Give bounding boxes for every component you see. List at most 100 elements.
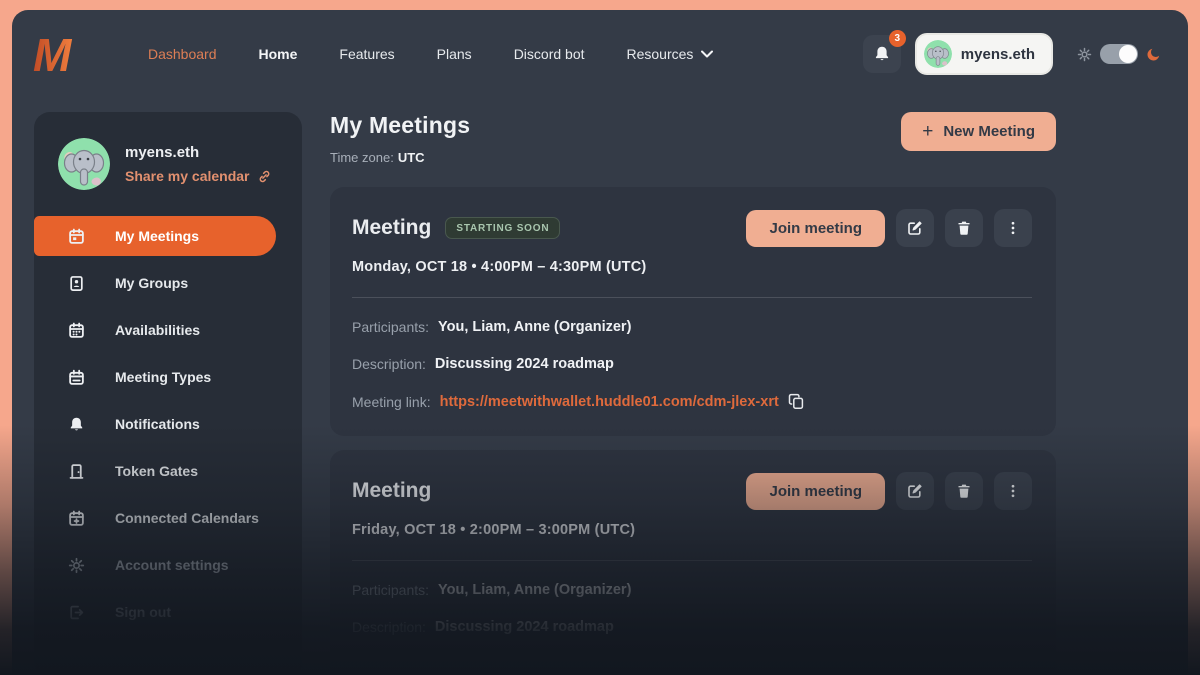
- divider: [352, 297, 1032, 298]
- moon-icon: [1146, 46, 1162, 62]
- copy-icon: [788, 393, 805, 410]
- notifications-button[interactable]: 3: [863, 35, 901, 73]
- share-calendar-label: Share my calendar: [125, 168, 250, 184]
- sidebar-item-account-settings[interactable]: Account settings: [34, 545, 302, 585]
- participants-label: Participants:: [352, 319, 429, 335]
- sidebar-item-availabilities[interactable]: Availabilities: [34, 310, 302, 350]
- trash-icon: [956, 220, 972, 236]
- wallet-name: myens.eth: [961, 46, 1035, 63]
- participants-value: You, Liam, Anne (Organizer): [438, 319, 631, 335]
- sidebar-item-sign-out[interactable]: Sign out: [34, 592, 302, 632]
- description-row: Description: Discussing 2024 roadmap: [352, 619, 1032, 635]
- toggle-knob: [1119, 45, 1137, 63]
- meeting-title: Meeting: [352, 479, 431, 503]
- description-value: Discussing 2024 roadmap: [435, 356, 614, 372]
- calendar-grid-icon: [68, 322, 85, 339]
- sidebar-item-label: Availabilities: [115, 322, 200, 338]
- delete-meeting-button[interactable]: [945, 209, 983, 247]
- nav-link-resources-label: Resources: [627, 46, 694, 62]
- chevron-down-icon: [701, 50, 713, 58]
- sign-out-icon: [68, 604, 85, 621]
- meeting-link-label: Meeting link:: [352, 394, 431, 410]
- top-navigation: M Dashboard Home Features Plans Discord …: [12, 10, 1188, 90]
- meeting-card: Meeting STARTING SOON Join meeting: [330, 187, 1056, 436]
- description-value: Discussing 2024 roadmap: [435, 619, 614, 635]
- timezone-value: UTC: [398, 150, 425, 165]
- participants-label: Participants:: [352, 582, 429, 598]
- nav-link-discord-bot[interactable]: Discord bot: [514, 46, 585, 62]
- nav-link-features[interactable]: Features: [339, 46, 394, 62]
- kebab-menu-icon: [1005, 220, 1021, 236]
- more-options-button[interactable]: [994, 209, 1032, 247]
- sidebar-item-label: Meeting Types: [115, 369, 211, 385]
- notification-count-badge: 3: [889, 30, 906, 47]
- sidebar-item-notifications[interactable]: Notifications: [34, 404, 302, 444]
- delete-meeting-button[interactable]: [945, 472, 983, 510]
- wallet-account-button[interactable]: myens.eth: [915, 33, 1053, 75]
- description-label: Description:: [352, 619, 426, 635]
- gear-icon: [68, 557, 85, 574]
- page-body: myens.eth Share my calendar: [12, 90, 1188, 675]
- edit-meeting-button[interactable]: [896, 209, 934, 247]
- profile-text: myens.eth Share my calendar: [125, 144, 272, 184]
- calendar-type-icon: [68, 369, 85, 386]
- sidebar-item-label: Account settings: [115, 557, 229, 573]
- status-badge: STARTING SOON: [445, 217, 560, 239]
- theme-controls: [1077, 44, 1162, 64]
- timezone-line: Time zone: UTC: [330, 150, 470, 165]
- meeting-datetime: Friday, OCT 18 • 2:00PM – 3:00PM (UTC): [352, 522, 1032, 538]
- new-meeting-button[interactable]: + New Meeting: [901, 112, 1056, 151]
- edit-icon: [907, 483, 923, 499]
- sidebar-item-label: Connected Calendars: [115, 510, 259, 526]
- new-meeting-label: New Meeting: [943, 123, 1035, 140]
- meeting-card: Meeting Join meeting: [330, 450, 1056, 675]
- sidebar-item-token-gates[interactable]: Token Gates: [34, 451, 302, 491]
- main-content: My Meetings Time zone:UTC + New Meeting …: [330, 112, 1056, 675]
- nav-link-resources[interactable]: Resources: [627, 46, 714, 62]
- more-options-button[interactable]: [994, 472, 1032, 510]
- participants-row: Participants: You, Liam, Anne (Organizer…: [352, 319, 1032, 335]
- gear-icon[interactable]: [1077, 47, 1092, 62]
- meeting-link-row: Meeting link: https://meetwithwallet.hud…: [352, 393, 1032, 410]
- share-calendar-link[interactable]: Share my calendar: [125, 168, 272, 184]
- app-window: M Dashboard Home Features Plans Discord …: [12, 10, 1188, 675]
- nav-link-plans[interactable]: Plans: [437, 46, 472, 62]
- meeting-card-header: Meeting Join meeting: [352, 472, 1032, 510]
- nav-link-home[interactable]: Home: [259, 46, 298, 62]
- meeting-datetime: Monday, OCT 18 • 4:00PM – 4:30PM (UTC): [352, 259, 1032, 275]
- sidebar-item-label: Notifications: [115, 416, 200, 432]
- calendar-icon: [68, 228, 85, 245]
- meeting-link[interactable]: https://meetwithwallet.huddle01.com/cdm-…: [440, 394, 779, 410]
- timezone-label: Time zone:: [330, 150, 394, 165]
- main-header-text: My Meetings Time zone:UTC: [330, 112, 470, 165]
- meeting-card-header: Meeting STARTING SOON Join meeting: [352, 209, 1032, 247]
- sidebar-item-meeting-types[interactable]: Meeting Types: [34, 357, 302, 397]
- meeting-actions: Join meeting: [746, 209, 1032, 247]
- edit-icon: [907, 220, 923, 236]
- theme-toggle[interactable]: [1100, 44, 1138, 64]
- bell-icon: [68, 416, 85, 433]
- nav-links: Dashboard Home Features Plans Discord bo…: [148, 46, 713, 62]
- calendar-plus-icon: [68, 510, 85, 527]
- join-meeting-button[interactable]: Join meeting: [746, 210, 885, 247]
- trash-icon: [956, 483, 972, 499]
- sidebar-item-label: Sign out: [115, 604, 171, 620]
- copy-link-button[interactable]: [788, 393, 805, 410]
- sidebar-item-my-groups[interactable]: My Groups: [34, 263, 302, 303]
- participants-row: Participants: You, Liam, Anne (Organizer…: [352, 582, 1032, 598]
- divider: [352, 560, 1032, 561]
- sidebar-item-label: My Groups: [115, 275, 188, 291]
- bell-icon: [873, 45, 891, 63]
- description-label: Description:: [352, 356, 426, 372]
- sidebar: myens.eth Share my calendar: [34, 112, 302, 675]
- brand-logo-icon[interactable]: M: [32, 31, 86, 77]
- sidebar-item-connected-calendars[interactable]: Connected Calendars: [34, 498, 302, 538]
- edit-meeting-button[interactable]: [896, 472, 934, 510]
- sidebar-profile: myens.eth Share my calendar: [34, 138, 302, 216]
- sidebar-item-label: My Meetings: [115, 228, 199, 244]
- join-meeting-button[interactable]: Join meeting: [746, 473, 885, 510]
- sidebar-item-my-meetings[interactable]: My Meetings: [34, 216, 276, 256]
- main-header: My Meetings Time zone:UTC + New Meeting: [330, 112, 1056, 165]
- door-icon: [68, 463, 85, 480]
- nav-link-dashboard[interactable]: Dashboard: [148, 46, 217, 62]
